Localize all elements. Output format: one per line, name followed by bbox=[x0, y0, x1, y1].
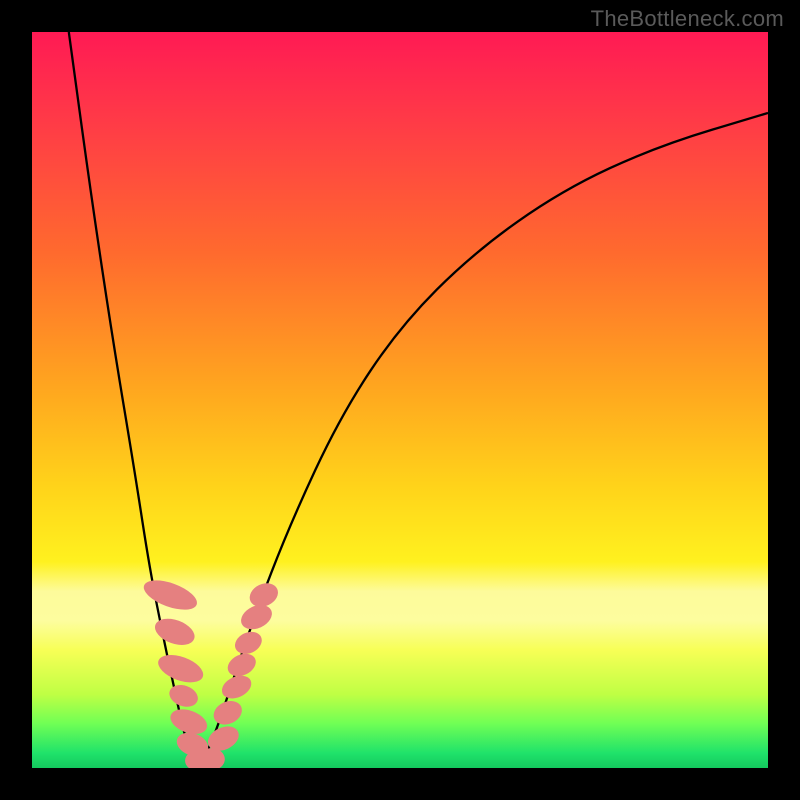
bead-marker bbox=[231, 628, 265, 658]
bead-marker bbox=[155, 650, 207, 688]
plot-area bbox=[32, 32, 768, 768]
chart-frame: TheBottleneck.com bbox=[0, 0, 800, 800]
bead-marker bbox=[151, 614, 198, 650]
bead-marker bbox=[246, 579, 282, 611]
bead-marker bbox=[210, 697, 246, 729]
bead-marker bbox=[140, 574, 201, 615]
watermark-text: TheBottleneck.com bbox=[591, 6, 784, 32]
curve-right-branch bbox=[197, 113, 768, 766]
bead-marker bbox=[166, 681, 201, 710]
curves-svg bbox=[32, 32, 768, 768]
